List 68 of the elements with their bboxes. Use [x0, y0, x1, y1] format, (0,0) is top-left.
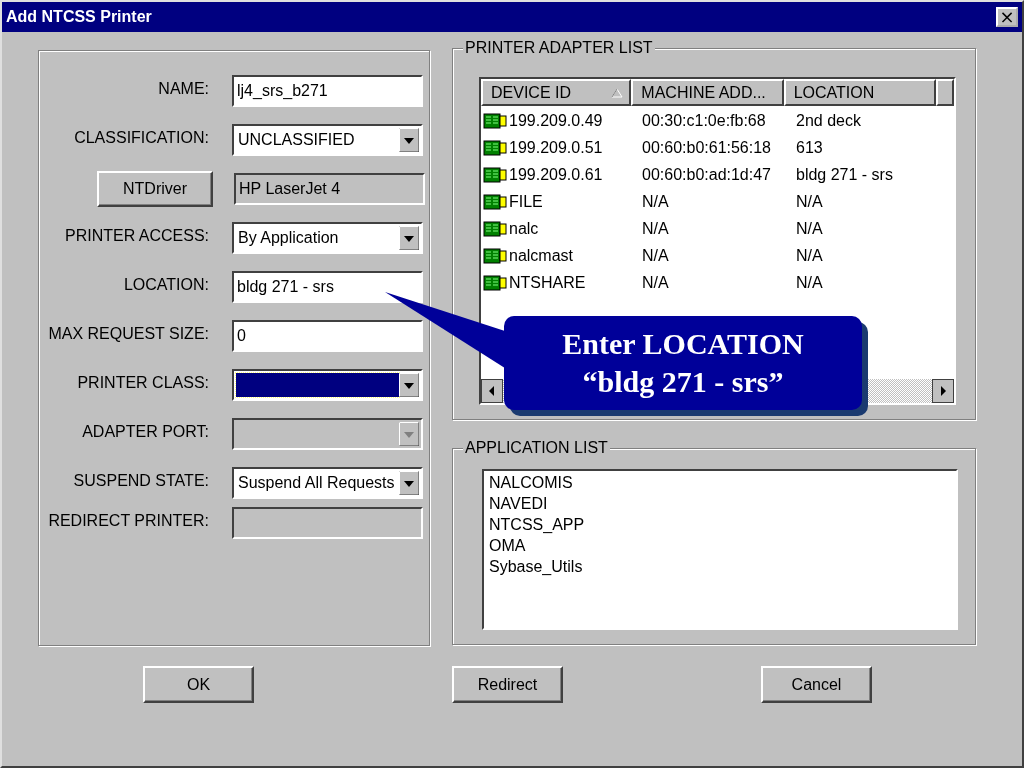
field-label: PRINTER ACCESS: — [63, 226, 209, 245]
column-header[interactable]: DEVICE ID — [481, 79, 632, 106]
table-cell-text: 00:30:c1:0e:fb:68 — [641, 111, 767, 130]
table-cell-text: 00:60:b0:ad:1d:47 — [641, 165, 772, 184]
dropdown-field[interactable]: Suspend All Requests — [232, 467, 423, 499]
ok-button[interactable]: OK — [143, 666, 254, 703]
table-cell: nalc — [481, 218, 633, 239]
adapter-icon — [483, 137, 507, 158]
dropdown-button[interactable] — [399, 471, 419, 495]
table-cell-text: N/A — [641, 246, 670, 265]
field-label: SUSPEND STATE: — [72, 471, 209, 490]
dropdown-button[interactable] — [399, 128, 419, 152]
table-cell-text: N/A — [795, 246, 824, 265]
table-cell: 199.209.0.49 — [481, 110, 633, 131]
field-label: MAX REQUEST SIZE: — [47, 324, 209, 343]
scroll-left-button[interactable] — [481, 379, 503, 403]
field-label: ADAPTER PORT: — [81, 422, 209, 441]
list-item[interactable]: NALCOMIS — [489, 472, 951, 493]
application-listbox[interactable]: NALCOMIS NAVEDI NTCSS_APP OMA Sybase_Utils — [482, 469, 958, 630]
dropdown-button[interactable] — [399, 373, 419, 397]
adapter-icon — [483, 110, 507, 131]
table-cell: NTSHARE — [481, 272, 633, 293]
table-cell-text: N/A — [641, 219, 670, 238]
text-field[interactable]: 0 — [232, 320, 423, 352]
dropdown-field[interactable]: By Application — [232, 222, 423, 254]
table-cell: 199.209.0.61 — [481, 164, 633, 185]
callout-text: “bldg 271 - srs” — [582, 364, 784, 400]
field-label: REDIRECT PRINTER: — [47, 511, 209, 530]
cancel-button[interactable]: Cancel — [761, 666, 872, 703]
list-item[interactable]: NAVEDI — [489, 493, 951, 514]
table-cell-text: N/A — [641, 192, 670, 211]
redirect-button[interactable]: Redirect — [452, 666, 563, 703]
table-cell-text: 2nd deck — [795, 111, 862, 130]
adapter-icon — [483, 272, 507, 293]
adapter-icon — [483, 191, 507, 212]
close-button[interactable]: × — [996, 7, 1018, 27]
list-item[interactable]: Sybase_Utils — [489, 556, 951, 577]
dropdown-field[interactable]: UNCLASSIFIED — [232, 124, 423, 156]
dropdown-button[interactable] — [399, 226, 419, 250]
table-cell: 199.209.0.51 — [481, 137, 633, 158]
field-label: NAME: — [157, 79, 209, 98]
sort-icon — [611, 87, 624, 98]
field-label: PRINTER CLASS: — [76, 373, 209, 392]
table-cell-text: N/A — [641, 273, 670, 292]
adapter-icon — [483, 245, 507, 266]
field-label: LOCATION: — [122, 275, 209, 294]
column-header[interactable] — [936, 79, 954, 106]
table-cell-text: N/A — [795, 273, 824, 292]
table-cell-text: bldg 271 - srs — [795, 165, 894, 184]
table-cell-text: N/A — [795, 219, 824, 238]
adapter-icon — [483, 164, 507, 185]
dropdown-field[interactable] — [232, 369, 423, 401]
callout-text: Enter LOCATION — [562, 326, 804, 362]
list-item[interactable]: OMA — [489, 535, 951, 556]
table-cell-text: 00:60:b0:61:56:18 — [641, 138, 772, 157]
column-header[interactable]: LOCATION — [783, 79, 936, 106]
field-label: CLASSIFICATION: — [73, 128, 209, 147]
table-cell-text: 613 — [795, 138, 824, 157]
text-field[interactable]: lj4_srs_b271 — [232, 75, 423, 107]
adapter-icon — [483, 218, 507, 239]
scroll-right-button[interactable] — [932, 379, 954, 403]
list-item[interactable]: NTCSS_APP — [489, 514, 951, 535]
table-cell-text: N/A — [795, 192, 824, 211]
column-header[interactable]: MACHINE ADD... — [631, 79, 784, 106]
text-field[interactable]: bldg 271 - srs — [232, 271, 423, 303]
window-title: Add NTCSS Printer — [6, 8, 152, 26]
table-cell: nalcmast — [481, 245, 633, 266]
table-cell: FILE — [481, 191, 633, 212]
